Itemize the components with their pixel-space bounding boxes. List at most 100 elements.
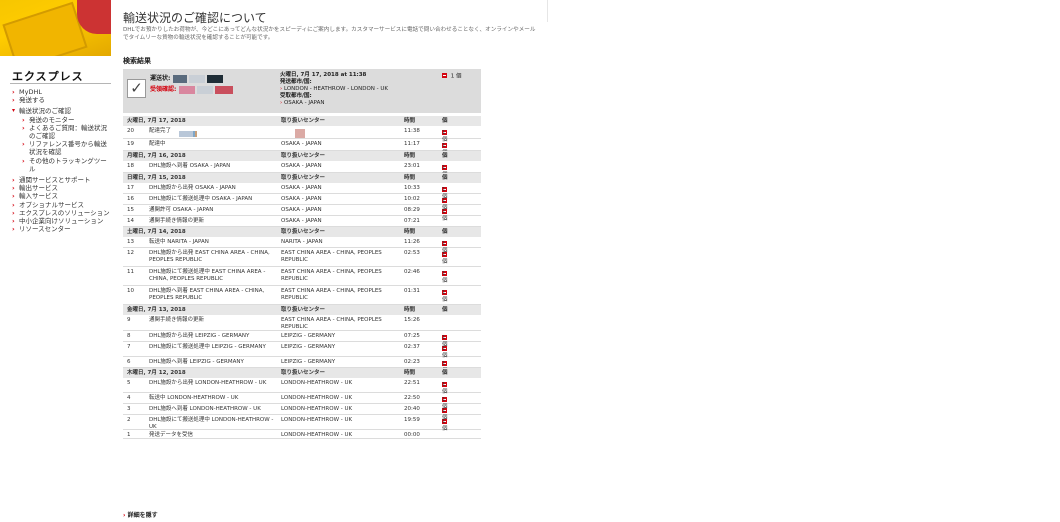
pieces-header: 個 <box>442 175 448 181</box>
event-number: 14 <box>127 218 134 224</box>
expand-icon <box>442 73 447 78</box>
event-description: DHL施設へ到着 LEIPZIG - GERMANY <box>149 359 244 365</box>
sidebar-item[interactable]: リソースセンター <box>12 225 112 233</box>
sidebar-title: エクスプレス <box>12 70 84 83</box>
date-label: 木曜日, 7月 12, 2018 <box>127 370 186 376</box>
event-number: 2 <box>127 417 131 423</box>
event-time: 01:31 <box>404 288 420 294</box>
origin-text: LONDON - HEATHROW - LONDON - UK <box>283 86 389 92</box>
date-label: 土曜日, 7月 14, 2018 <box>127 229 186 235</box>
event-time: 22:51 <box>404 380 420 386</box>
event-description: DHL施設へ到着 EAST CHINA AREA - CHINA, PEOPLE… <box>149 288 265 301</box>
sidebar-item[interactable]: その他のトラッキングツール <box>22 157 112 173</box>
date-header-row: 土曜日, 7月 14, 2018 取り扱いセンター 時間 個 <box>123 227 481 237</box>
event-center: EAST CHINA AREA - CHINA, PEOPLES REPUBLI… <box>281 317 382 330</box>
center-header: 取り扱いセンター <box>281 118 326 124</box>
pieces-header: 個 <box>442 370 448 376</box>
event-description: 配達中 <box>149 141 166 147</box>
event-number: 7 <box>127 344 131 350</box>
check-icon: ✓ <box>127 79 146 98</box>
table-row: 7 DHL施設にて搬送処理中 LEIPZIG - GERMANY LEIPZIG -… <box>123 342 481 359</box>
table-row: 16 DHL施設にて搬送処理中 OSAKA - JAPAN OSAKA - JAPA… <box>123 194 481 211</box>
table-row: 10 DHL施設へ到着 EAST CHINA AREA - CHINA, PEOP… <box>123 286 481 305</box>
table-row: 17 DHL施設から出発 OSAKA - JAPAN OSAKA - JAPAN 10… <box>123 183 481 200</box>
event-description: 転送中 NARITA - JAPAN <box>149 239 209 245</box>
dest-label: 受取都市/国: <box>280 93 312 99</box>
event-number: 13 <box>127 239 134 245</box>
center-header: 取り扱いセンター <box>281 370 326 376</box>
hide-details-link[interactable]: › 詳細を隠す <box>123 510 158 519</box>
time-header: 時間 <box>404 307 416 313</box>
time-header: 時間 <box>404 118 416 124</box>
waybill-label: 運送状: <box>150 73 223 83</box>
event-description: DHL施設から出発 LONDON-HEATHROW - UK <box>149 380 267 386</box>
time-header: 時間 <box>404 153 416 159</box>
sidebar-item[interactable]: 通関サービスとサポート <box>12 176 112 184</box>
sidebar-item[interactable]: 輸送状況のご確認 <box>12 107 112 115</box>
table-row: 11 DHL施設にて搬送処理中 EAST CHINA AREA - CHINA, … <box>123 267 481 286</box>
event-time: 07:21 <box>404 218 420 224</box>
event-number: 17 <box>127 185 134 191</box>
sidebar-nav: MyDHL発送する輸送状況のご確認発送のモニターよくあるご質問：輸送状況のご確認… <box>12 88 112 234</box>
event-time: 11:17 <box>404 141 420 147</box>
event-number: 6 <box>127 359 131 365</box>
event-center: LEIPZIG - GERMANY <box>281 359 336 365</box>
sidebar-item[interactable]: MyDHL <box>12 88 112 96</box>
date-label: 月曜日, 7月 16, 2018 <box>127 153 186 159</box>
time-header: 時間 <box>404 175 416 181</box>
pieces-link[interactable]: 1 個 <box>442 73 462 81</box>
arrow-icon: › <box>280 86 283 92</box>
receiver-label: 受領確認: <box>150 84 233 94</box>
date-header-row: 木曜日, 7月 12, 2018 取り扱いセンター 時間 個 <box>123 368 481 378</box>
event-time: 10:02 <box>404 196 420 202</box>
event-description: 配達完了 <box>149 128 172 134</box>
table-row: 4 転送中 LONDON-HEATHROW - UK LONDON-HEATHROW… <box>123 393 481 410</box>
arrow-icon: › <box>123 512 126 519</box>
event-description: DHL施設へ到着 OSAKA - JAPAN <box>149 163 231 169</box>
sidebar-item[interactable]: 発送する <box>12 96 112 104</box>
event-center: LONDON-HEATHROW - UK <box>281 380 353 386</box>
event-center: OSAKA - JAPAN <box>281 141 322 147</box>
event-description: DHL施設にて搬送処理中 LEIPZIG - GERMANY <box>149 344 266 350</box>
pieces-text: 1 個 <box>442 252 448 265</box>
redacted-block <box>188 74 205 83</box>
hand-graphic <box>77 0 111 34</box>
event-description: 通関手続き情報の更新 <box>149 317 205 323</box>
sidebar-item[interactable]: 輸入サービス <box>12 192 112 200</box>
table-row: 18 DHL施設へ到着 OSAKA - JAPAN OSAKA - JAPAN 23:… <box>123 161 481 178</box>
date-header-row: 日曜日, 7月 15, 2018 取り扱いセンター 時間 個 <box>123 173 481 183</box>
event-center: OSAKA - JAPAN <box>281 196 322 202</box>
page-title: 輸送状況のご確認について <box>123 11 267 25</box>
event-description: DHL施設へ到着 LONDON-HEATHROW - UK <box>149 406 261 412</box>
waybill-label-text: 運送状: <box>150 75 171 82</box>
sidebar-item[interactable]: エクスプレスのソリューション <box>12 209 112 217</box>
event-center: LONDON-HEATHROW - UK <box>281 395 353 401</box>
event-number: 3 <box>127 406 131 412</box>
sidebar-item[interactable]: よくあるご質問：輸送状況のご確認 <box>22 124 112 140</box>
redacted-block <box>179 131 193 137</box>
sidebar-item[interactable]: リファレンス番号から輸送状況を確認 <box>22 140 112 156</box>
event-number: 15 <box>127 207 134 213</box>
event-number: 1 <box>127 432 131 438</box>
event-description: 通関許可 OSAKA - JAPAN <box>149 207 214 213</box>
event-center: OSAKA - JAPAN <box>281 163 322 169</box>
date-label: 火曜日, 7月 17, 2018 <box>127 118 186 124</box>
event-center: LEIPZIG - GERMANY <box>281 344 336 350</box>
pieces-text: 1 個 <box>442 271 448 284</box>
table-row: 14 通関手続き情報の更新 OSAKA - JAPAN 07:21 <box>123 216 481 227</box>
center-header: 取り扱いセンター <box>281 153 326 159</box>
sidebar-item[interactable]: 発送のモニター <box>22 116 112 124</box>
divider <box>547 0 548 22</box>
sidebar-item[interactable]: オプショナルサービス <box>12 201 112 209</box>
event-description: DHL施設にて搬送処理中 OSAKA - JAPAN <box>149 196 253 202</box>
event-description: 発送データを受信 <box>149 432 194 438</box>
event-number: 4 <box>127 395 131 401</box>
sidebar-divider <box>10 83 111 84</box>
redacted-block <box>214 85 233 94</box>
event-time: 10:33 <box>404 185 420 191</box>
event-description: 転送中 LONDON-HEATHROW - UK <box>149 395 239 401</box>
center-header: 取り扱いセンター <box>281 307 326 313</box>
table-row: 20 配達完了 11:38 1 個 <box>123 126 481 143</box>
table-row: 9 通関手続き情報の更新 EAST CHINA AREA - CHINA, PEOP… <box>123 315 481 331</box>
table-row: 19配達中OSAKA - JAPAN11:171 個 <box>123 139 481 156</box>
